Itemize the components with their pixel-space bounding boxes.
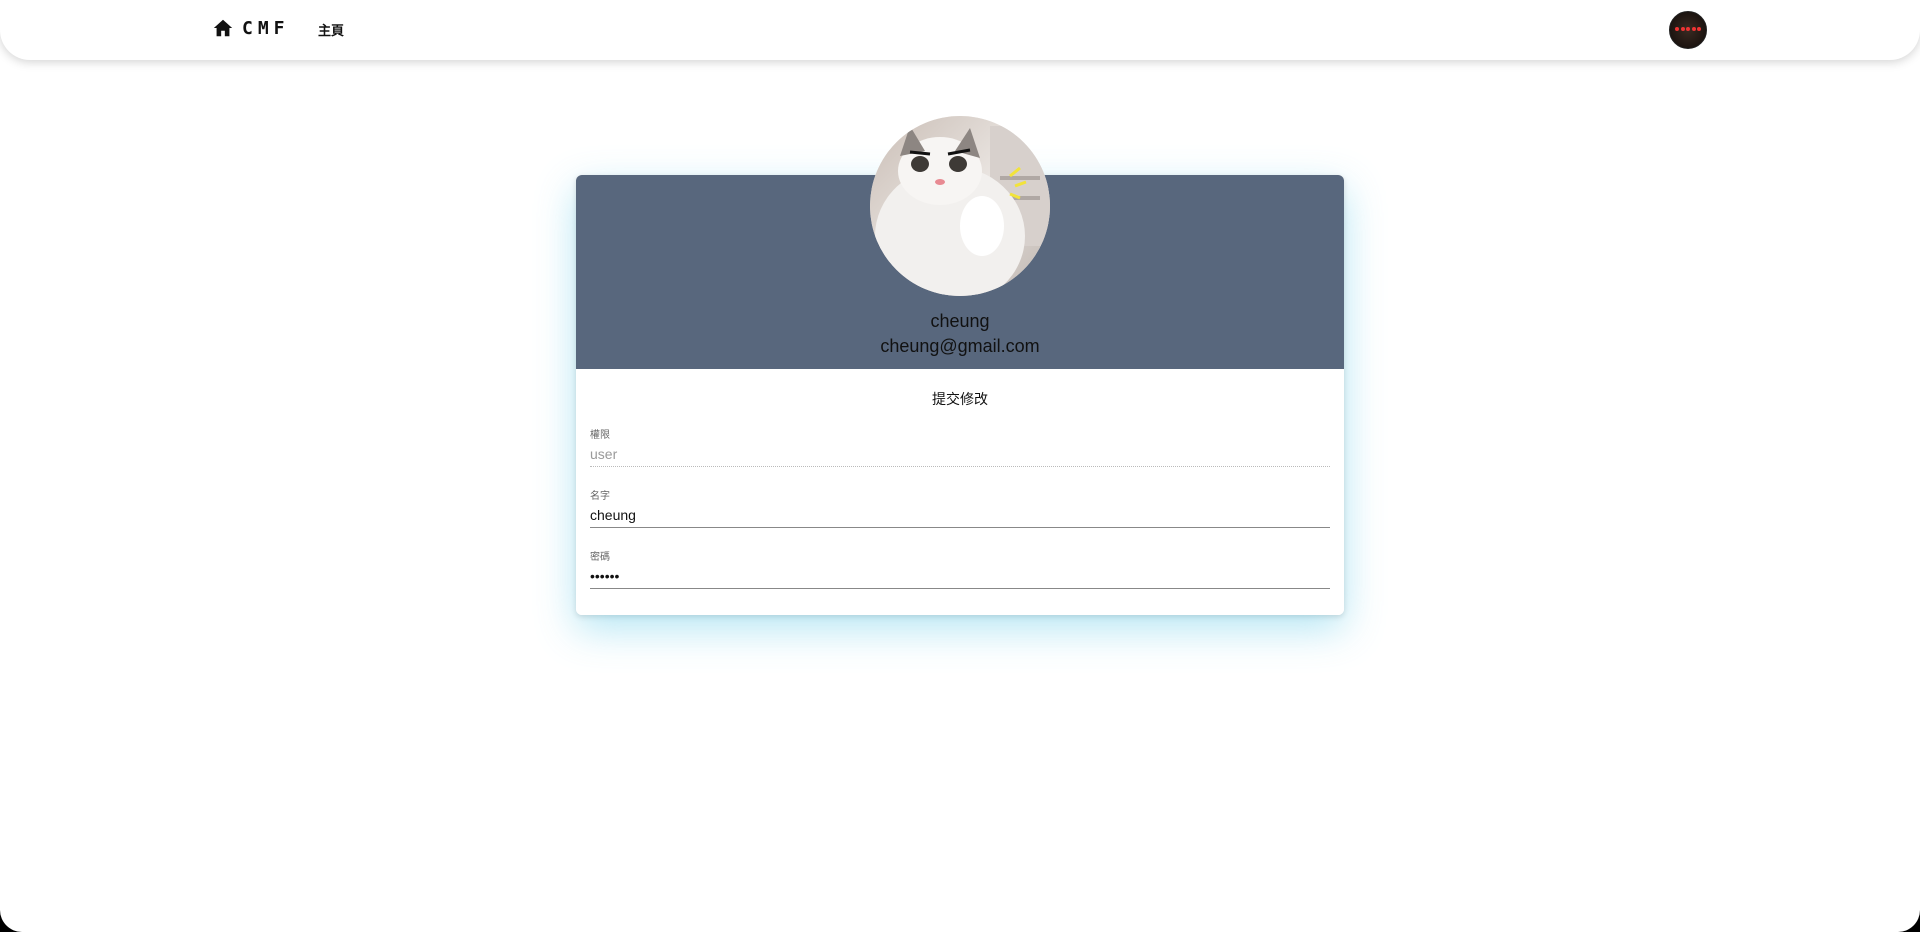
profile-card-header: cheung cheung@gmail.com [576, 116, 1344, 369]
password-field: 密碼 [590, 548, 1330, 596]
home-icon [212, 17, 234, 39]
nav-home-link[interactable]: 主頁 [318, 20, 344, 39]
profile-avatar [870, 116, 1050, 296]
profile-email: cheung@gmail.com [880, 336, 1040, 356]
brand-name: CMF [242, 17, 290, 39]
name-field: 名字 [590, 487, 1330, 535]
brand-link[interactable]: CMF [212, 17, 290, 39]
role-field: 權限 [590, 426, 1330, 474]
name-label: 名字 [590, 491, 610, 502]
submit-changes-button[interactable]: 提交修改 [576, 388, 1344, 410]
top-navbar: CMF 主頁 [0, 0, 1920, 60]
user-avatar-menu[interactable] [1669, 11, 1707, 49]
page: CMF 主頁 cheung cheung@gmail.com 提交修改 權限 u… [0, 0, 1920, 932]
password-label: 密碼 [590, 552, 610, 563]
profile-name: cheung [930, 311, 990, 331]
profile-card: cheung cheung@gmail.com 提交修改 權限 名字 密碼 [576, 116, 1344, 615]
role-input [590, 442, 1330, 467]
password-input[interactable] [590, 564, 1330, 589]
role-label: 權限 [590, 430, 610, 441]
name-input[interactable] [590, 503, 1330, 528]
profile-form: 提交修改 權限 名字 密碼 [576, 369, 1344, 615]
